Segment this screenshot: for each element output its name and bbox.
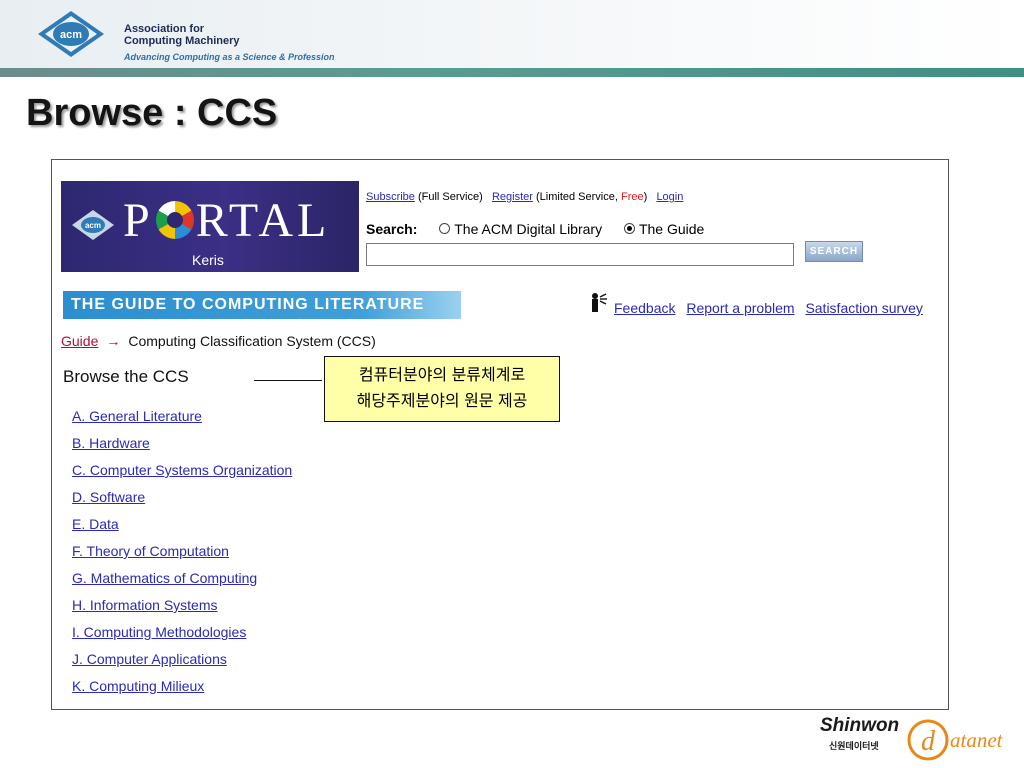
list-item: J. Computer Applications	[72, 651, 292, 678]
ccs-link-g[interactable]: G. Mathematics of Computing	[72, 570, 257, 586]
portal-wordmark: P RTAL	[123, 193, 330, 248]
register-free: Free	[620, 191, 644, 203]
shinwon-logo: Shinwon	[820, 715, 900, 736]
list-item: C. Computer Systems Organization	[72, 462, 292, 489]
breadcrumb: Guide → Computing Classification System (C…	[61, 333, 376, 349]
ccs-link-h[interactable]: H. Information Systems	[72, 597, 218, 613]
ccs-link-k[interactable]: K. Computing Milieux	[72, 678, 204, 694]
org-tagline: Advancing Computing as a Science & Profe…	[124, 52, 335, 62]
browse-heading: Browse the CCS	[63, 367, 189, 386]
acm-logo: acm	[38, 11, 104, 57]
callout-line-1: 컴퓨터분야의 분류체계로	[358, 367, 526, 384]
acm-header: acm Association for Computing Machinery …	[0, 0, 1024, 70]
satisfaction-survey-link[interactable]: Satisfaction survey	[805, 300, 923, 316]
breadcrumb-current: Computing Classification System (CCS)	[128, 333, 376, 349]
portal-letter-p: P	[123, 194, 154, 247]
list-item: K. Computing Milieux	[72, 678, 292, 705]
search-scope: Search: The ACM Digital Library The Guid…	[366, 221, 704, 237]
ccs-link-j[interactable]: J. Computer Applications	[72, 651, 227, 667]
acm-portal-icon-text: acm	[85, 221, 101, 230]
feedback-link[interactable]: Feedback	[614, 300, 675, 316]
arrow-right-icon: →	[106, 333, 121, 349]
portal-screenshot: acm P RTAL Keris Subscribe (Full Service)…	[51, 159, 949, 710]
list-item: E. Data	[72, 516, 292, 543]
callout-line-2: 해당주제분야의 원문 제공	[356, 393, 528, 410]
list-item: A. General Literature	[72, 408, 292, 435]
feedback-icon	[592, 293, 607, 312]
list-item: B. Hardware	[72, 435, 292, 462]
ccs-category-list: A. General Literature B. Hardware C. Com…	[72, 408, 292, 705]
register-link[interactable]: Register	[492, 191, 533, 203]
radio-acm-dl-label: The ACM Digital Library	[454, 221, 603, 237]
radio-the-guide-label: The Guide	[638, 221, 705, 237]
list-item: D. Software	[72, 489, 292, 516]
ccs-link-b[interactable]: B. Hardware	[72, 435, 150, 451]
radio-the-guide[interactable]	[623, 223, 635, 234]
portal-letters-rtal: RTAL	[195, 194, 331, 247]
register-note-b: )	[643, 191, 648, 203]
radio-acm-dl[interactable]	[439, 223, 451, 234]
datanet-at-icon: d	[907, 719, 949, 761]
datanet-d: d	[921, 726, 936, 757]
ccs-link-a[interactable]: A. General Literature	[72, 408, 202, 424]
shinwon-logo-korean: 신원데이터넷	[829, 741, 879, 751]
list-item: F. Theory of Computation	[72, 543, 292, 570]
korean-callout: 컴퓨터분야의 분류체계로 해당주제분야의 원문 제공	[324, 356, 560, 422]
aperture-icon	[155, 201, 194, 239]
subscribe-link[interactable]: Subscribe	[366, 191, 415, 203]
search-input[interactable]	[366, 243, 794, 266]
slide-title: Browse : CCS	[26, 92, 278, 134]
acm-portal-icon: acm	[72, 210, 114, 240]
search-button[interactable]: SEARCH	[805, 241, 863, 262]
portal-sublabel: Keris	[192, 252, 224, 268]
register-note-a: (Limited Service,	[535, 191, 621, 203]
login-link[interactable]: Login	[656, 191, 683, 203]
guide-banner: THE GUIDE TO COMPUTING LITERATURE	[63, 291, 461, 319]
search-label: Search:	[366, 221, 418, 237]
acm-logo-text: acm	[60, 29, 82, 41]
feedback-links: Feedback Report a problem Satisfaction s…	[614, 300, 930, 316]
ccs-link-c[interactable]: C. Computer Systems Organization	[72, 462, 292, 478]
datanet-logo: atanet	[950, 728, 1003, 752]
org-name-line2: Computing Machinery	[124, 35, 240, 47]
list-item: I. Computing Methodologies	[72, 624, 292, 651]
breadcrumb-guide-link[interactable]: Guide	[61, 333, 98, 349]
portal-logo[interactable]: acm P RTAL Keris	[61, 181, 359, 272]
list-item: G. Mathematics of Computing	[72, 570, 292, 597]
org-name-line1: Association for	[124, 23, 205, 35]
header-divider	[0, 68, 1024, 77]
subscribe-note: (Full Service)	[417, 191, 483, 203]
list-item: H. Information Systems	[72, 597, 292, 624]
ccs-link-f[interactable]: F. Theory of Computation	[72, 543, 229, 559]
callout-connector-line	[254, 380, 322, 381]
ccs-link-d[interactable]: D. Software	[72, 489, 145, 505]
ccs-link-e[interactable]: E. Data	[72, 516, 119, 532]
ccs-link-i[interactable]: I. Computing Methodologies	[72, 624, 246, 640]
account-links: Subscribe (Full Service) Register (Limit…	[366, 191, 683, 203]
report-problem-link[interactable]: Report a problem	[686, 300, 794, 316]
